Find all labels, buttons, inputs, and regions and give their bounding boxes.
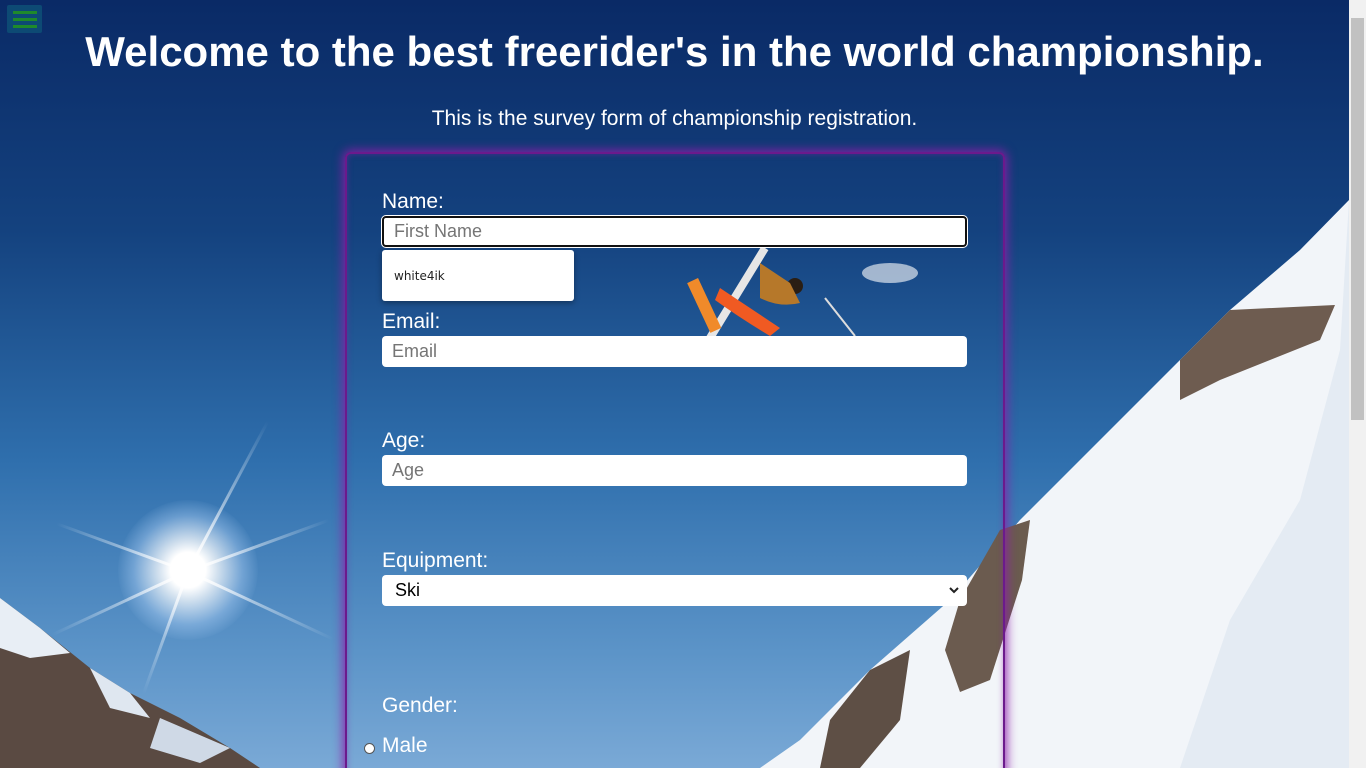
scrollbar-thumb[interactable] [1351, 18, 1364, 420]
equipment-selected-value: Ski [395, 580, 421, 600]
left-mountain [0, 598, 260, 768]
page-subtitle: This is the survey form of championship … [431, 107, 918, 130]
name-label: Name: [382, 190, 444, 213]
age-input[interactable] [382, 455, 967, 486]
equipment-label: Equipment: [382, 549, 489, 572]
name-input[interactable] [382, 216, 967, 247]
page-title: Welcome to the best freerider's in the w… [85, 28, 1264, 75]
email-input[interactable] [382, 336, 967, 367]
hamburger-menu-icon [12, 10, 37, 14]
chevron-down-icon [949, 587, 959, 594]
vertical-scrollbar[interactable] [1349, 0, 1366, 768]
gender-male-radio[interactable] [364, 743, 375, 754]
hamburger-menu-icon [12, 17, 37, 21]
age-label: Age: [382, 429, 426, 452]
equipment-select[interactable]: Ski [382, 575, 967, 606]
gender-label: Gender: [382, 694, 458, 717]
gender-male-label: Male [382, 734, 428, 757]
autofill-suggestion[interactable]: white4ik [382, 250, 574, 301]
email-label: Email: [382, 310, 441, 333]
